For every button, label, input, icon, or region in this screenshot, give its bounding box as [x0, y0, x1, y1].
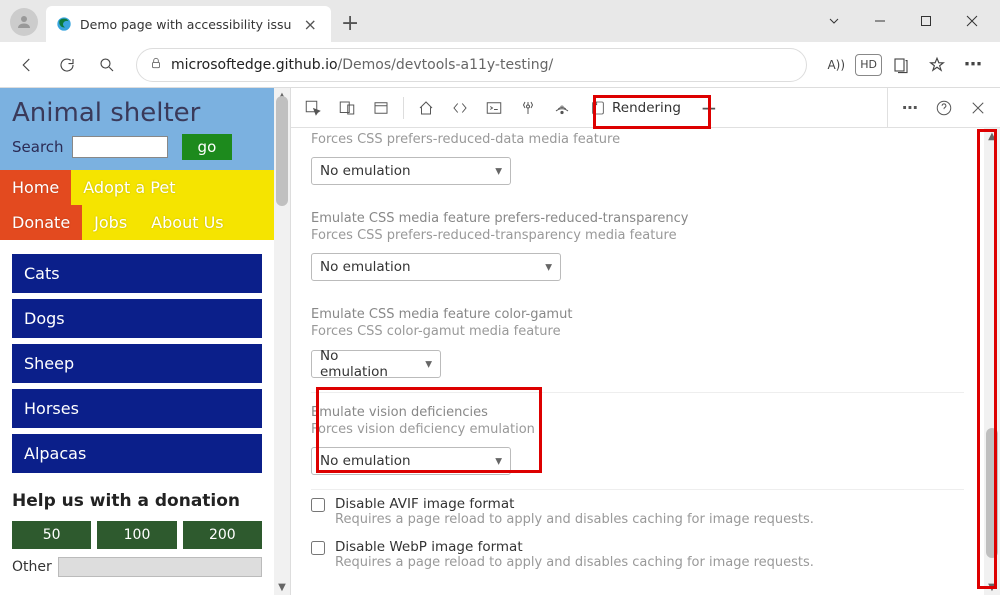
checkbox-webp[interactable] — [311, 541, 325, 555]
scroll-down-icon[interactable]: ▼ — [984, 579, 1000, 595]
rendering-tab-label: Rendering — [612, 100, 681, 116]
scroll-thumb[interactable] — [276, 96, 288, 206]
setting-vision-sub: Forces vision deficiency emulation — [311, 422, 964, 437]
other-label: Other — [12, 559, 52, 575]
checkbox-avif[interactable] — [311, 498, 325, 512]
console-tab-icon[interactable] — [478, 92, 510, 124]
check-disable-avif: Disable AVIF image format Requires a pag… — [311, 490, 964, 533]
avif-sub: Requires a page reload to apply and disa… — [335, 512, 814, 527]
donate-200[interactable]: 200 — [183, 521, 262, 549]
welcome-tab-icon[interactable] — [365, 92, 397, 124]
setting-vision-title: Emulate vision deficiencies — [311, 405, 964, 420]
menu-horses[interactable]: Horses — [12, 389, 262, 428]
devtools-tabstrip: Rendering + ⋯ — [291, 88, 1000, 128]
browser-toolbar: microsoftedge.github.io/Demos/devtools-a… — [0, 42, 1000, 88]
devtools-scrollbar[interactable]: ▲ ▼ — [984, 128, 1000, 595]
setting-reduced-data-sub: Forces CSS prefers-reduced-data media fe… — [311, 132, 964, 147]
avif-label: Disable AVIF image format — [335, 496, 814, 512]
webp-label: Disable WebP image format — [335, 539, 814, 555]
main-nav: Home Adopt a Pet Donate Jobs About Us — [0, 170, 274, 240]
check-disable-webp: Disable WebP image format Requires a pag… — [311, 533, 964, 576]
setting-reduced-data: Forces CSS prefers-reduced-data media fe… — [311, 132, 964, 199]
nav-jobs[interactable]: Jobs — [82, 205, 139, 240]
setting-color-gamut: Emulate CSS media feature color-gamut Fo… — [311, 295, 964, 393]
window-maximize-button[interactable] — [904, 6, 948, 36]
setting-reduced-transparency: Emulate CSS media feature prefers-reduce… — [311, 199, 964, 295]
go-button[interactable]: go — [182, 134, 233, 160]
page-title: Animal shelter — [12, 98, 262, 128]
dropdown-color-gamut[interactable]: No emulation▾ — [311, 350, 441, 378]
menu-sheep[interactable]: Sheep — [12, 344, 262, 383]
rendering-tab[interactable]: Rendering — [580, 92, 691, 124]
elements-tab-icon[interactable] — [444, 92, 476, 124]
page-scrollbar[interactable]: ▲ ▼ — [274, 88, 290, 595]
favorite-icon[interactable] — [920, 48, 954, 82]
hd-badge-icon[interactable]: HD — [855, 54, 882, 76]
collections-icon[interactable] — [884, 48, 918, 82]
refresh-button[interactable] — [50, 48, 84, 82]
new-tab-button[interactable]: + — [331, 11, 371, 42]
sources-tab-icon[interactable] — [512, 92, 544, 124]
browser-titlebar: Demo page with accessibility issu × + — [0, 0, 1000, 42]
scroll-thumb[interactable] — [986, 428, 998, 558]
dropdown-reduced-data[interactable]: No emulation▾ — [311, 157, 511, 185]
setting-gamut-sub: Forces CSS color-gamut media feature — [311, 324, 964, 339]
profile-icon[interactable] — [10, 8, 38, 36]
chevron-down-icon[interactable] — [812, 6, 856, 36]
devtools-panel: Rendering + ⋯ Forces CSS prefers-reduced… — [290, 88, 1000, 595]
more-tabs-button[interactable]: + — [693, 92, 725, 124]
browser-tab[interactable]: Demo page with accessibility issu × — [46, 6, 331, 42]
tab-title: Demo page with accessibility issu — [80, 17, 291, 32]
address-bar[interactable]: microsoftedge.github.io/Demos/devtools-a… — [136, 48, 807, 82]
network-tab-icon[interactable] — [546, 92, 578, 124]
tab-close-icon[interactable]: × — [299, 15, 320, 34]
menu-cats[interactable]: Cats — [12, 254, 262, 293]
rendering-panel-body: Forces CSS prefers-reduced-data media fe… — [291, 128, 984, 595]
menu-dogs[interactable]: Dogs — [12, 299, 262, 338]
dropdown-vision[interactable]: No emulation▾ — [311, 447, 511, 475]
setting-trans-sub: Forces CSS prefers-reduced-transparency … — [311, 228, 964, 243]
devtools-more-icon[interactable]: ⋯ — [894, 92, 926, 124]
setting-trans-title: Emulate CSS media feature prefers-reduce… — [311, 211, 964, 226]
url-text: microsoftedge.github.io/Demos/devtools-a… — [171, 57, 553, 73]
scroll-up-icon[interactable]: ▲ — [984, 128, 1000, 144]
side-menu: Cats Dogs Sheep Horses Alpacas — [0, 240, 274, 487]
nav-adopt[interactable]: Adopt a Pet — [71, 170, 187, 205]
webp-sub: Requires a page reload to apply and disa… — [335, 555, 814, 570]
search-icon[interactable] — [90, 48, 124, 82]
search-input[interactable] — [72, 136, 168, 158]
setting-gamut-title: Emulate CSS media feature color-gamut — [311, 307, 964, 322]
search-label: Search — [12, 138, 64, 156]
donate-100[interactable]: 100 — [97, 521, 176, 549]
device-toolbar-icon[interactable] — [331, 92, 363, 124]
window-minimize-button[interactable] — [858, 6, 902, 36]
edge-favicon — [56, 16, 72, 32]
inspect-icon[interactable] — [297, 92, 329, 124]
devtools-close-icon[interactable] — [962, 92, 994, 124]
read-aloud-icon[interactable]: A)) — [819, 48, 853, 82]
menu-alpacas[interactable]: Alpacas — [12, 434, 262, 473]
donate-50[interactable]: 50 — [12, 521, 91, 549]
webpage-content: Animal shelter Search go Home Adopt a Pe… — [0, 88, 274, 595]
nav-home[interactable]: Home — [0, 170, 71, 205]
nav-about[interactable]: About Us — [139, 205, 235, 240]
donate-heading: Help us with a donation — [12, 491, 262, 511]
help-icon[interactable] — [928, 92, 960, 124]
setting-vision-deficiencies: Emulate vision deficiencies Forces visio… — [311, 393, 964, 490]
back-button[interactable] — [10, 48, 44, 82]
other-amount-input[interactable] — [58, 557, 262, 577]
dropdown-reduced-transparency[interactable]: No emulation▾ — [311, 253, 561, 281]
more-menu-icon[interactable]: ⋯ — [956, 48, 990, 82]
scroll-down-icon[interactable]: ▼ — [274, 579, 290, 595]
nav-donate[interactable]: Donate — [0, 205, 82, 240]
lock-icon — [149, 55, 163, 74]
home-icon[interactable] — [410, 92, 442, 124]
window-close-button[interactable] — [950, 6, 994, 36]
